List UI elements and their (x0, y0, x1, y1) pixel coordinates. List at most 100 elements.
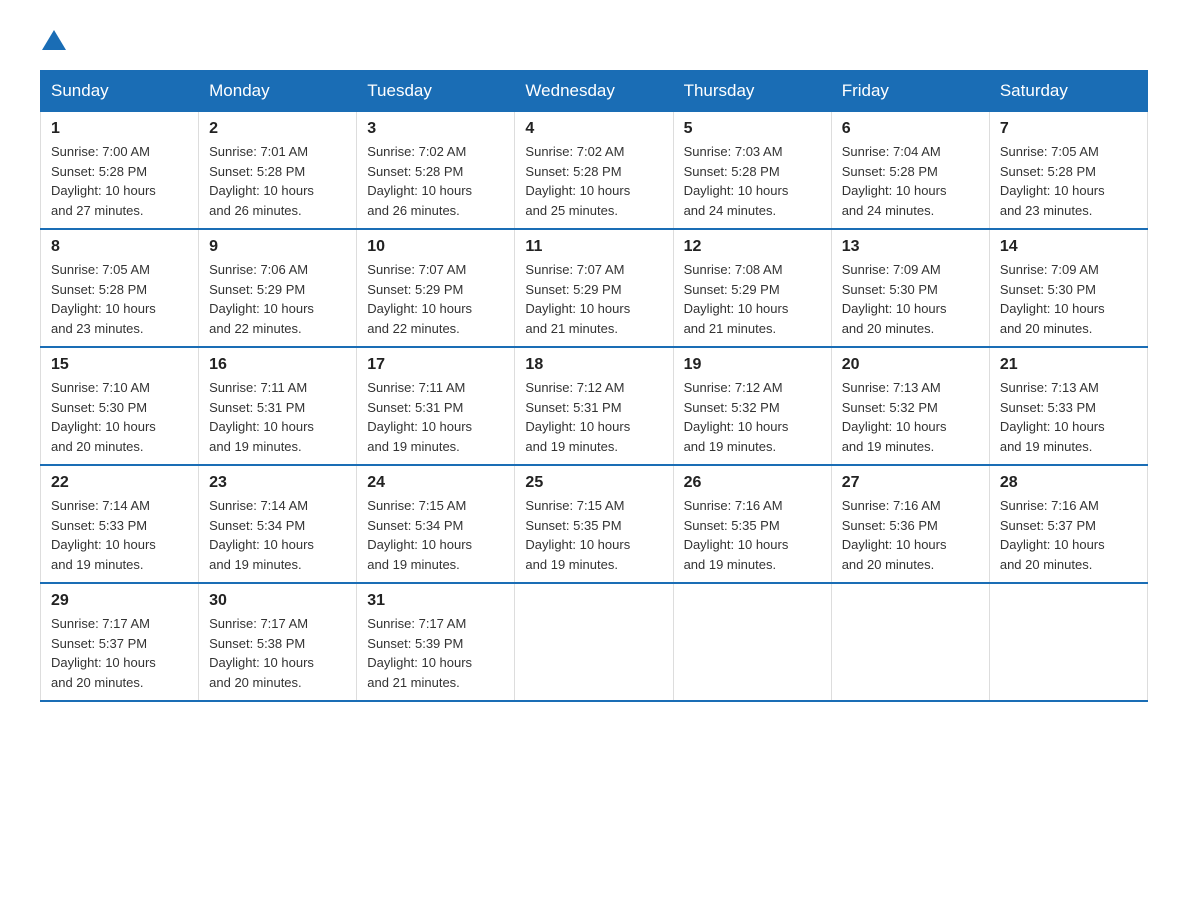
calendar-cell: 31 Sunrise: 7:17 AMSunset: 5:39 PMDaylig… (357, 583, 515, 701)
day-info: Sunrise: 7:09 AMSunset: 5:30 PMDaylight:… (842, 260, 979, 338)
day-info: Sunrise: 7:13 AMSunset: 5:32 PMDaylight:… (842, 378, 979, 456)
header-wednesday: Wednesday (515, 71, 673, 112)
calendar-cell: 3 Sunrise: 7:02 AMSunset: 5:28 PMDayligh… (357, 112, 515, 230)
calendar-cell: 17 Sunrise: 7:11 AMSunset: 5:31 PMDaylig… (357, 347, 515, 465)
calendar-cell: 15 Sunrise: 7:10 AMSunset: 5:30 PMDaylig… (41, 347, 199, 465)
calendar-cell (989, 583, 1147, 701)
day-number: 10 (367, 238, 504, 256)
calendar-cell: 5 Sunrise: 7:03 AMSunset: 5:28 PMDayligh… (673, 112, 831, 230)
day-info: Sunrise: 7:15 AMSunset: 5:34 PMDaylight:… (367, 496, 504, 574)
calendar-cell: 14 Sunrise: 7:09 AMSunset: 5:30 PMDaylig… (989, 229, 1147, 347)
day-number: 17 (367, 356, 504, 374)
day-number: 6 (842, 120, 979, 138)
day-number: 7 (1000, 120, 1137, 138)
day-info: Sunrise: 7:17 AMSunset: 5:38 PMDaylight:… (209, 614, 346, 692)
page-header (40, 30, 1148, 50)
day-info: Sunrise: 7:16 AMSunset: 5:37 PMDaylight:… (1000, 496, 1137, 574)
day-number: 30 (209, 592, 346, 610)
calendar-header: Sunday Monday Tuesday Wednesday Thursday… (41, 71, 1148, 112)
header-tuesday: Tuesday (357, 71, 515, 112)
day-info: Sunrise: 7:04 AMSunset: 5:28 PMDaylight:… (842, 142, 979, 220)
calendar-cell: 19 Sunrise: 7:12 AMSunset: 5:32 PMDaylig… (673, 347, 831, 465)
day-info: Sunrise: 7:07 AMSunset: 5:29 PMDaylight:… (525, 260, 662, 338)
day-number: 8 (51, 238, 188, 256)
day-number: 27 (842, 474, 979, 492)
day-info: Sunrise: 7:13 AMSunset: 5:33 PMDaylight:… (1000, 378, 1137, 456)
day-info: Sunrise: 7:05 AMSunset: 5:28 PMDaylight:… (1000, 142, 1137, 220)
day-number: 13 (842, 238, 979, 256)
day-info: Sunrise: 7:02 AMSunset: 5:28 PMDaylight:… (367, 142, 504, 220)
header-friday: Friday (831, 71, 989, 112)
day-info: Sunrise: 7:07 AMSunset: 5:29 PMDaylight:… (367, 260, 504, 338)
calendar-cell: 1 Sunrise: 7:00 AMSunset: 5:28 PMDayligh… (41, 112, 199, 230)
day-number: 23 (209, 474, 346, 492)
calendar-table: Sunday Monday Tuesday Wednesday Thursday… (40, 70, 1148, 702)
logo-text (40, 30, 68, 50)
day-number: 3 (367, 120, 504, 138)
day-number: 21 (1000, 356, 1137, 374)
day-number: 26 (684, 474, 821, 492)
calendar-cell: 7 Sunrise: 7:05 AMSunset: 5:28 PMDayligh… (989, 112, 1147, 230)
day-number: 4 (525, 120, 662, 138)
day-info: Sunrise: 7:12 AMSunset: 5:31 PMDaylight:… (525, 378, 662, 456)
header-row: Sunday Monday Tuesday Wednesday Thursday… (41, 71, 1148, 112)
day-info: Sunrise: 7:14 AMSunset: 5:34 PMDaylight:… (209, 496, 346, 574)
day-number: 31 (367, 592, 504, 610)
day-info: Sunrise: 7:09 AMSunset: 5:30 PMDaylight:… (1000, 260, 1137, 338)
day-info: Sunrise: 7:12 AMSunset: 5:32 PMDaylight:… (684, 378, 821, 456)
week-row-3: 15 Sunrise: 7:10 AMSunset: 5:30 PMDaylig… (41, 347, 1148, 465)
calendar-cell: 18 Sunrise: 7:12 AMSunset: 5:31 PMDaylig… (515, 347, 673, 465)
logo (40, 30, 68, 50)
calendar-cell: 10 Sunrise: 7:07 AMSunset: 5:29 PMDaylig… (357, 229, 515, 347)
day-number: 20 (842, 356, 979, 374)
logo-triangle-icon (42, 30, 66, 50)
day-info: Sunrise: 7:00 AMSunset: 5:28 PMDaylight:… (51, 142, 188, 220)
day-info: Sunrise: 7:16 AMSunset: 5:35 PMDaylight:… (684, 496, 821, 574)
day-info: Sunrise: 7:17 AMSunset: 5:39 PMDaylight:… (367, 614, 504, 692)
header-sunday: Sunday (41, 71, 199, 112)
day-info: Sunrise: 7:15 AMSunset: 5:35 PMDaylight:… (525, 496, 662, 574)
calendar-cell: 24 Sunrise: 7:15 AMSunset: 5:34 PMDaylig… (357, 465, 515, 583)
day-number: 28 (1000, 474, 1137, 492)
calendar-cell: 16 Sunrise: 7:11 AMSunset: 5:31 PMDaylig… (199, 347, 357, 465)
calendar-cell (831, 583, 989, 701)
calendar-cell: 9 Sunrise: 7:06 AMSunset: 5:29 PMDayligh… (199, 229, 357, 347)
day-info: Sunrise: 7:17 AMSunset: 5:37 PMDaylight:… (51, 614, 188, 692)
day-info: Sunrise: 7:08 AMSunset: 5:29 PMDaylight:… (684, 260, 821, 338)
week-row-4: 22 Sunrise: 7:14 AMSunset: 5:33 PMDaylig… (41, 465, 1148, 583)
day-info: Sunrise: 7:10 AMSunset: 5:30 PMDaylight:… (51, 378, 188, 456)
day-number: 2 (209, 120, 346, 138)
day-number: 19 (684, 356, 821, 374)
calendar-cell: 28 Sunrise: 7:16 AMSunset: 5:37 PMDaylig… (989, 465, 1147, 583)
day-info: Sunrise: 7:01 AMSunset: 5:28 PMDaylight:… (209, 142, 346, 220)
header-monday: Monday (199, 71, 357, 112)
week-row-2: 8 Sunrise: 7:05 AMSunset: 5:28 PMDayligh… (41, 229, 1148, 347)
day-number: 5 (684, 120, 821, 138)
day-number: 25 (525, 474, 662, 492)
calendar-cell: 25 Sunrise: 7:15 AMSunset: 5:35 PMDaylig… (515, 465, 673, 583)
header-thursday: Thursday (673, 71, 831, 112)
day-number: 18 (525, 356, 662, 374)
day-number: 15 (51, 356, 188, 374)
day-number: 1 (51, 120, 188, 138)
day-number: 9 (209, 238, 346, 256)
calendar-cell: 30 Sunrise: 7:17 AMSunset: 5:38 PMDaylig… (199, 583, 357, 701)
week-row-5: 29 Sunrise: 7:17 AMSunset: 5:37 PMDaylig… (41, 583, 1148, 701)
calendar-cell: 26 Sunrise: 7:16 AMSunset: 5:35 PMDaylig… (673, 465, 831, 583)
day-number: 11 (525, 238, 662, 256)
calendar-cell: 27 Sunrise: 7:16 AMSunset: 5:36 PMDaylig… (831, 465, 989, 583)
calendar-cell: 20 Sunrise: 7:13 AMSunset: 5:32 PMDaylig… (831, 347, 989, 465)
day-number: 16 (209, 356, 346, 374)
day-number: 29 (51, 592, 188, 610)
calendar-body: 1 Sunrise: 7:00 AMSunset: 5:28 PMDayligh… (41, 112, 1148, 702)
calendar-cell: 22 Sunrise: 7:14 AMSunset: 5:33 PMDaylig… (41, 465, 199, 583)
calendar-cell: 8 Sunrise: 7:05 AMSunset: 5:28 PMDayligh… (41, 229, 199, 347)
calendar-cell: 21 Sunrise: 7:13 AMSunset: 5:33 PMDaylig… (989, 347, 1147, 465)
calendar-cell: 6 Sunrise: 7:04 AMSunset: 5:28 PMDayligh… (831, 112, 989, 230)
day-info: Sunrise: 7:05 AMSunset: 5:28 PMDaylight:… (51, 260, 188, 338)
day-info: Sunrise: 7:14 AMSunset: 5:33 PMDaylight:… (51, 496, 188, 574)
calendar-cell: 11 Sunrise: 7:07 AMSunset: 5:29 PMDaylig… (515, 229, 673, 347)
header-saturday: Saturday (989, 71, 1147, 112)
calendar-cell (515, 583, 673, 701)
calendar-cell: 23 Sunrise: 7:14 AMSunset: 5:34 PMDaylig… (199, 465, 357, 583)
